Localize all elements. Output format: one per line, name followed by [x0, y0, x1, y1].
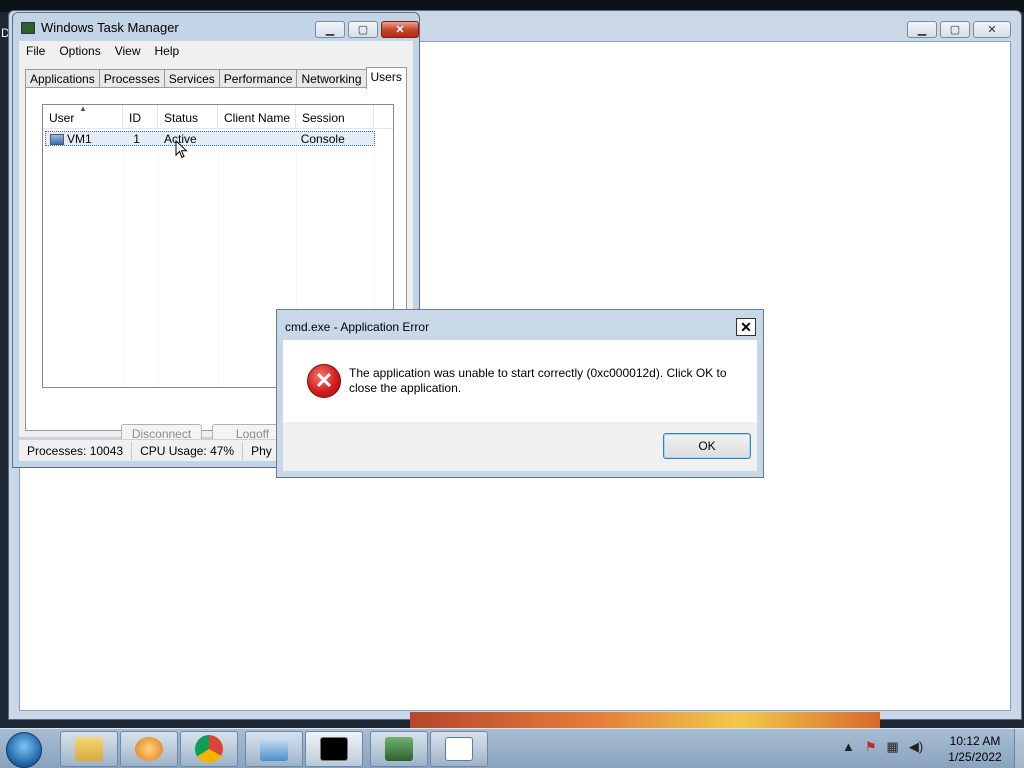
dialog-message: The application was unable to start corr…: [349, 366, 727, 395]
taskbar-notepad[interactable]: [430, 731, 488, 767]
list-header: ▲ User ID Status Client Name Session: [43, 104, 393, 129]
task-manager-close-button[interactable]: ✕: [381, 21, 419, 38]
show-hidden-icons-icon[interactable]: ▲: [842, 739, 855, 755]
taskbar-media-player[interactable]: [120, 731, 178, 767]
status-memory: Phy: [251, 443, 272, 458]
cell-session: Console: [300, 131, 345, 146]
user-icon: [50, 133, 64, 145]
clock-time: 10:12 AM: [949, 734, 1001, 748]
cell-status: Active: [163, 131, 197, 146]
grid-line: [218, 145, 219, 387]
menu-help[interactable]: Help: [148, 44, 187, 58]
dialog-close-button[interactable]: ✕: [736, 318, 756, 336]
task-manager-titlebar: Windows Task Manager: [21, 20, 179, 35]
error-icon: ✕: [307, 364, 341, 398]
dialog-client: ✕ The application was unable to start co…: [283, 340, 757, 471]
clock[interactable]: 10:12 AM 1/25/2022: [940, 733, 1010, 765]
minimize-button[interactable]: ▁: [907, 21, 937, 38]
ok-button[interactable]: OK: [663, 433, 751, 459]
menu-view[interactable]: View: [108, 44, 148, 58]
task-manager-caption-buttons: ▁ ▢ ✕: [315, 21, 419, 38]
volume-icon[interactable]: ◀): [909, 739, 923, 755]
mouse-cursor-icon: [175, 140, 188, 159]
system-tray: ▲ ⚑ ▦ ◀): [842, 739, 923, 755]
dialog-title: cmd.exe - Application Error: [285, 320, 430, 334]
grid-line: [158, 145, 159, 387]
task-manager-minimize-button[interactable]: ▁: [315, 21, 345, 38]
media-player-icon: [135, 737, 163, 761]
close-button[interactable]: ✕: [973, 21, 1011, 38]
status-processes: Processes: 10043: [19, 441, 133, 460]
task-manager-maximize-button[interactable]: ▢: [348, 21, 378, 38]
tab-services[interactable]: Services: [163, 69, 220, 89]
sort-ascending-icon: ▲: [79, 104, 87, 113]
command-prompt-icon: [320, 737, 348, 761]
column-header-id[interactable]: ID: [123, 105, 158, 128]
taskbar-task-manager[interactable]: [370, 731, 428, 767]
column-header-client-name[interactable]: Client Name: [218, 105, 296, 128]
task-manager-taskbar-icon: [385, 737, 413, 761]
task-manager-icon: [21, 21, 35, 34]
grid-line: [123, 145, 124, 387]
dialog-footer: OK: [283, 422, 757, 471]
menu-options[interactable]: Options: [52, 44, 107, 58]
tab-networking[interactable]: Networking: [296, 69, 367, 89]
taskbar-file-explorer[interactable]: [60, 731, 118, 767]
tab-users[interactable]: Users: [365, 67, 407, 89]
tab-applications[interactable]: Applications: [25, 69, 100, 89]
control-panel-icon: [260, 737, 288, 761]
column-header-user[interactable]: ▲ User: [43, 104, 123, 128]
menu-bar: File Options View Help: [19, 41, 413, 61]
action-center-icon[interactable]: ⚑: [865, 739, 877, 755]
taskbar-command-prompt[interactable]: [305, 731, 363, 767]
tab-performance[interactable]: Performance: [218, 69, 298, 89]
maximize-button[interactable]: ▢: [940, 21, 970, 38]
task-manager-title: Windows Task Manager: [41, 20, 179, 35]
taskbar: ▲ ⚑ ▦ ◀) 10:12 AM 1/25/2022: [0, 728, 1024, 768]
column-header-session[interactable]: Session: [296, 105, 374, 128]
clock-date: 1/25/2022: [948, 750, 1002, 764]
taskbar-control-panel[interactable]: [245, 731, 303, 767]
start-button[interactable]: [6, 732, 42, 768]
application-error-dialog[interactable]: cmd.exe - Application Error ✕ ✕ The appl…: [276, 309, 764, 478]
table-row[interactable]: VM1 1 Active Console: [45, 131, 375, 146]
network-icon[interactable]: ▦: [887, 739, 899, 755]
tab-strip: Applications Processes Services Performa…: [25, 67, 407, 89]
column-header-status[interactable]: Status: [158, 105, 218, 128]
taskbar-chrome[interactable]: [180, 731, 238, 767]
notepad-icon: [445, 737, 473, 761]
status-cpu: CPU Usage: 47%: [132, 441, 244, 460]
cell-id: 1: [133, 131, 140, 146]
blank-window-caption-buttons: ▁ ▢ ✕: [907, 21, 1011, 38]
cell-user: VM1: [46, 132, 125, 146]
chrome-icon: [195, 735, 223, 763]
menu-file[interactable]: File: [19, 44, 52, 58]
show-desktop-button[interactable]: [1014, 729, 1024, 768]
folder-icon: [75, 737, 103, 761]
tab-processes[interactable]: Processes: [98, 69, 165, 89]
